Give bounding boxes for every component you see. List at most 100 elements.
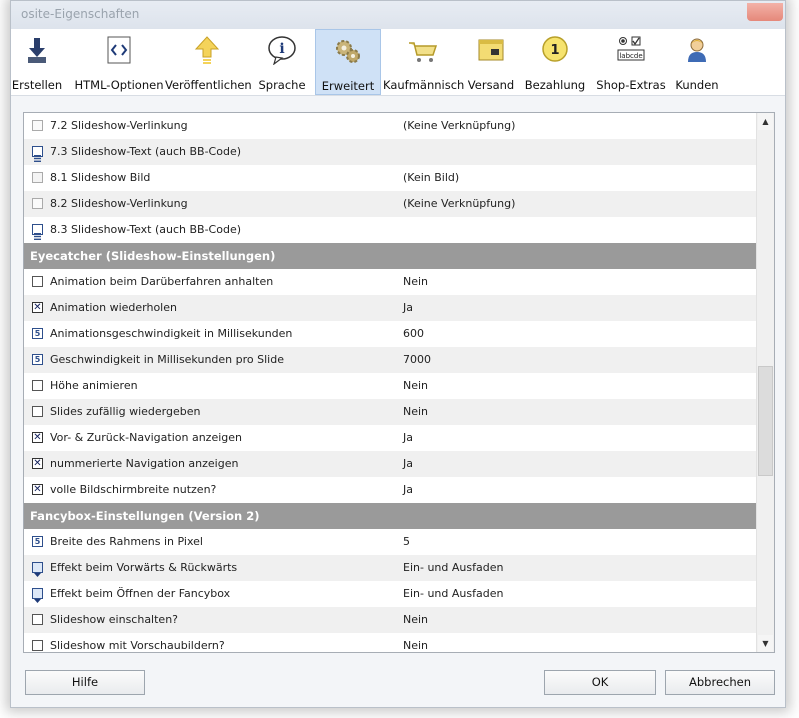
property-row[interactable]: ✕ volle Bildschirmbreite nutzen? Ja xyxy=(24,477,757,503)
property-row[interactable]: Effekt beim Öffnen der Fancybox Ein- und … xyxy=(24,581,757,607)
property-label: nummerierte Navigation anzeigen xyxy=(50,457,239,470)
dropdown-icon[interactable] xyxy=(32,562,43,577)
property-row[interactable]: Slides zufällig wiedergeben Nein xyxy=(24,399,757,425)
property-row[interactable]: Slideshow einschalten? Nein xyxy=(24,607,757,633)
property-label: Animationsgeschwindigkeit in Millisekund… xyxy=(50,327,293,340)
tab-label: Versand xyxy=(467,78,515,92)
property-label: Slideshow einschalten? xyxy=(50,613,179,626)
tab-label: Sprache xyxy=(258,78,306,92)
text-list-icon xyxy=(32,224,43,240)
scroll-thumb[interactable] xyxy=(758,366,773,476)
property-row[interactable]: Slideshow mit Vorschaubildern? Nein xyxy=(24,633,757,652)
property-row[interactable]: 8.2 Slideshow-Verlinkung (Keine Verknüpfu… xyxy=(24,191,757,217)
svg-text:i: i xyxy=(279,41,284,57)
property-value[interactable]: Ein- und Ausfaden xyxy=(403,555,503,581)
checkbox-icon[interactable] xyxy=(32,406,43,417)
scroll-down-arrow-icon[interactable]: ▼ xyxy=(758,635,773,652)
form-controls-icon: labcde xyxy=(617,36,645,61)
property-value[interactable]: Nein xyxy=(403,607,428,633)
property-label: Vor- & Zurück-Navigation anzeigen xyxy=(50,431,243,444)
checked-checkbox-icon[interactable]: ✕ xyxy=(32,432,43,443)
tab-kaufmaennisch[interactable]: Kaufmännisch xyxy=(383,29,465,95)
properties-window: osite-Eigenschaften Erstellen HTML-Optio… xyxy=(10,0,786,708)
property-label: Geschwindigkeit in Millisekunden pro Sli… xyxy=(50,353,284,366)
checkbox-icon[interactable] xyxy=(32,614,43,625)
property-label: 8.2 Slideshow-Verlinkung xyxy=(50,197,188,210)
property-value[interactable]: Ein- und Ausfaden xyxy=(403,581,503,607)
property-row[interactable]: Effekt beim Vorwärts & Rückwärts Ein- und… xyxy=(24,555,757,581)
upload-arrow-icon xyxy=(194,36,220,64)
property-value[interactable]: Ja xyxy=(403,295,413,321)
property-row[interactable]: 7.3 Slideshow-Text (auch BB-Code) xyxy=(24,139,757,165)
property-row[interactable]: 5 Geschwindigkeit in Millisekunden pro Sl… xyxy=(24,347,757,373)
property-value[interactable]: (Keine Verknüpfung) xyxy=(403,113,515,139)
code-icon xyxy=(107,36,131,64)
cancel-button-label: Abbrechen xyxy=(689,675,751,689)
number-field-icon: 5 xyxy=(32,328,43,339)
tab-erweitert[interactable]: Erweitert xyxy=(315,29,381,95)
checkbox-icon[interactable] xyxy=(32,380,43,391)
tab-label: Bezahlung xyxy=(524,78,586,92)
tab-shop-extras[interactable]: labcde Shop-Extras xyxy=(593,29,669,95)
property-row[interactable]: 5 Breite des Rahmens in Pixel 5 xyxy=(24,529,757,555)
property-row[interactable]: 8.3 Slideshow-Text (auch BB-Code) xyxy=(24,217,757,243)
property-value[interactable]: 7000 xyxy=(403,347,431,373)
tab-sprache[interactable]: i Sprache xyxy=(251,29,313,95)
property-row[interactable]: Höhe animieren Nein xyxy=(24,373,757,399)
property-value[interactable]: 600 xyxy=(403,321,424,347)
number-field-icon: 5 xyxy=(32,354,43,365)
info-bubble-icon: i xyxy=(268,36,296,65)
dropdown-icon[interactable] xyxy=(32,588,43,603)
scroll-up-arrow-icon[interactable]: ▲ xyxy=(758,113,773,130)
property-value[interactable]: Nein xyxy=(403,373,428,399)
property-value[interactable]: (Keine Verknüpfung) xyxy=(403,191,515,217)
tab-label: Veröffentlichen xyxy=(165,78,252,92)
property-row[interactable]: ✕ nummerierte Navigation anzeigen Ja xyxy=(24,451,757,477)
property-value[interactable]: 5 xyxy=(403,529,410,555)
property-label: Slides zufällig wiedergeben xyxy=(50,405,201,418)
property-row[interactable]: 7.2 Slideshow-Verlinkung (Keine Verknüpfu… xyxy=(24,113,757,139)
property-value[interactable]: Ja xyxy=(403,451,413,477)
tab-label: Shop-Extras xyxy=(596,78,666,92)
tab-label: Kaufmännisch xyxy=(383,78,465,92)
property-value[interactable]: (Kein Bild) xyxy=(403,165,459,191)
tab-label: Erweitert xyxy=(321,79,375,93)
help-button[interactable]: Hilfe xyxy=(25,670,145,695)
property-value[interactable]: Nein xyxy=(403,633,428,652)
tab-kunden[interactable]: Kunden xyxy=(671,29,723,95)
ok-button[interactable]: OK xyxy=(544,670,656,695)
checkbox-icon[interactable] xyxy=(32,640,43,651)
property-value[interactable]: Ja xyxy=(403,477,413,503)
property-row[interactable]: 8.1 Slideshow Bild (Kein Bild) xyxy=(24,165,757,191)
checked-checkbox-icon[interactable]: ✕ xyxy=(32,302,43,313)
property-label: Animation beim Darüberfahren anhalten xyxy=(50,275,274,288)
property-value[interactable]: Nein xyxy=(403,399,428,425)
checked-checkbox-icon[interactable]: ✕ xyxy=(32,458,43,469)
property-value[interactable]: Nein xyxy=(403,269,428,295)
tab-veroeffentlichen[interactable]: Veröffentlichen xyxy=(165,29,252,95)
tab-html-optionen[interactable]: HTML-Optionen xyxy=(73,29,165,95)
property-grid[interactable]: 7.2 Slideshow-Verlinkung (Keine Verknüpfu… xyxy=(23,112,775,653)
property-row[interactable]: 5 Animationsgeschwindigkeit in Millisekun… xyxy=(24,321,757,347)
property-value[interactable]: Ja xyxy=(403,425,413,451)
cancel-button[interactable]: Abbrechen xyxy=(665,670,775,695)
vertical-scrollbar[interactable]: ▲ ▼ xyxy=(756,113,774,652)
tab-versand[interactable]: Versand xyxy=(465,29,517,95)
checked-checkbox-icon[interactable]: ✕ xyxy=(32,484,43,495)
tab-bezahlung[interactable]: 1 Bezahlung xyxy=(521,29,589,95)
link-icon xyxy=(32,120,43,131)
checkbox-icon[interactable] xyxy=(32,276,43,287)
property-row[interactable]: Animation beim Darüberfahren anhalten Nei… xyxy=(24,269,757,295)
number-field-icon: 5 xyxy=(32,536,43,547)
gears-icon xyxy=(336,40,360,63)
section-header: Eyecatcher (Slideshow-Einstellungen) xyxy=(24,243,757,269)
coin-icon: 1 xyxy=(542,36,568,62)
tab-erstellen[interactable]: Erstellen xyxy=(9,29,65,95)
close-button[interactable] xyxy=(747,3,783,21)
property-row[interactable]: ✕ Vor- & Zurück-Navigation anzeigen Ja xyxy=(24,425,757,451)
package-icon xyxy=(478,39,504,61)
property-row[interactable]: ✕ Animation wiederholen Ja xyxy=(24,295,757,321)
property-rows: 7.2 Slideshow-Verlinkung (Keine Verknüpfu… xyxy=(24,113,757,652)
property-label: Höhe animieren xyxy=(50,379,138,392)
svg-text:labcde: labcde xyxy=(619,52,642,60)
